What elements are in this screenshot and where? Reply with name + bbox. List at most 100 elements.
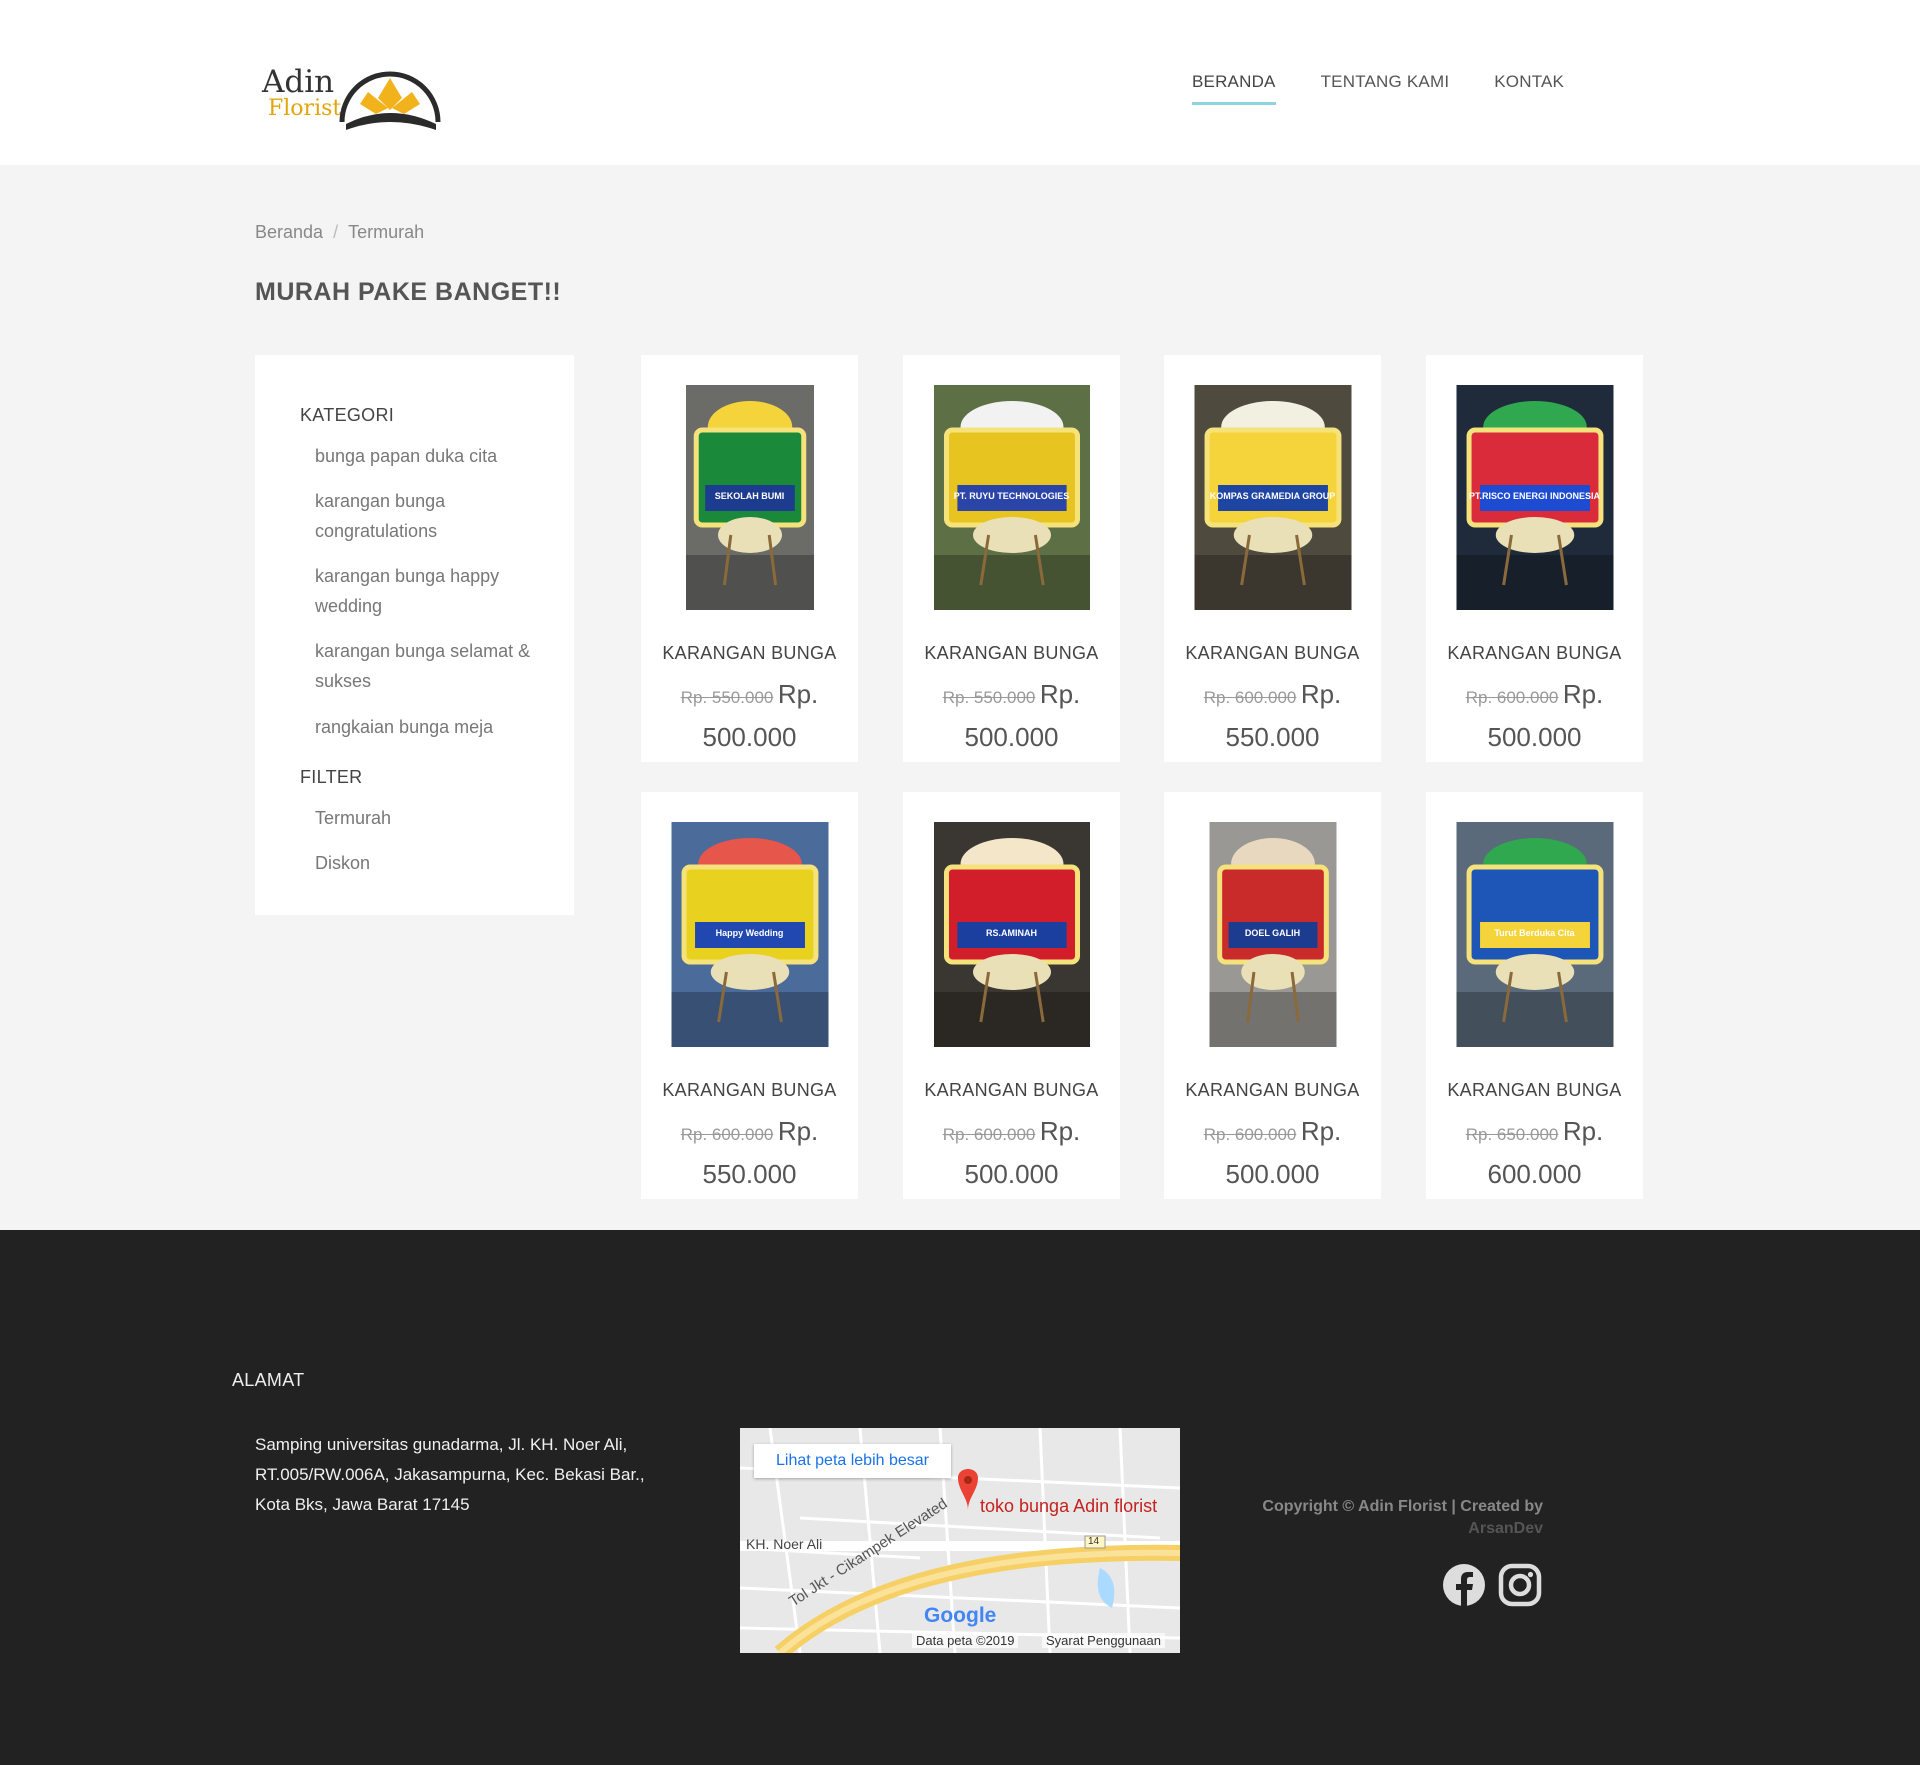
- category-link[interactable]: karangan bunga congratulations: [315, 486, 545, 546]
- price-currency: Rp.: [1039, 1116, 1081, 1146]
- footer-heading: ALAMAT: [232, 1370, 305, 1390]
- breadcrumb: Beranda / Termurah: [255, 222, 424, 243]
- product-name[interactable]: KARANGAN BUNGA: [1164, 643, 1381, 664]
- filter-link[interactable]: Termurah: [315, 803, 545, 833]
- original-price: Rp. 550.000: [942, 688, 1036, 707]
- footer-address: Samping universitas gunadarma, Jl. KH. N…: [255, 1435, 645, 1514]
- flower-logo-icon: [339, 71, 441, 130]
- category-link[interactable]: karangan bunga selamat & sukses: [315, 636, 545, 696]
- product-card[interactable]: PT.RISCO ENERGI INDONESIA KARANGAN BUNGA R…: [1426, 355, 1643, 762]
- product-image[interactable]: DOEL GALIH: [1209, 822, 1336, 1047]
- product-price: Rp. 550.000 Rp. 500.000: [651, 675, 848, 761]
- product-name[interactable]: KARANGAN BUNGA: [1426, 1080, 1643, 1101]
- breadcrumb-current: Termurah: [348, 222, 425, 242]
- copyright-line: Copyright © Adin Florist | Created by: [1262, 1498, 1543, 1515]
- product-price: Rp. 600.000 Rp. 550.000: [1174, 675, 1371, 761]
- logo-text-florist: Florist: [268, 96, 342, 121]
- category-link[interactable]: bunga papan duka cita: [315, 441, 545, 471]
- product-name[interactable]: KARANGAN BUNGA: [641, 1080, 858, 1101]
- kategori-heading: KATEGORI: [300, 405, 395, 425]
- price-currency: Rp.: [1300, 679, 1342, 709]
- product-card[interactable]: Happy Wedding KARANGAN BUNGA Rp. 600.000 R…: [641, 792, 858, 1199]
- nav-beranda[interactable]: BERANDA: [1192, 72, 1276, 105]
- filter-link[interactable]: Diskon: [315, 848, 545, 878]
- discount-price: 500.000: [702, 722, 797, 752]
- instagram-icon[interactable]: [1497, 1562, 1543, 1608]
- product-image[interactable]: PT. RUYU TECHNOLOGIES: [933, 385, 1090, 610]
- author-credit[interactable]: ArsanDev: [1230, 1518, 1543, 1540]
- product-price: Rp. 600.000 Rp. 500.000: [1174, 1112, 1371, 1198]
- product-card[interactable]: DOEL GALIH KARANGAN BUNGA Rp. 600.000 Rp. 5…: [1164, 792, 1381, 1199]
- google-logo: Google: [924, 1604, 997, 1627]
- board-banner-text: DOEL GALIH: [1244, 928, 1301, 938]
- map-terms-link[interactable]: Syarat Penggunaan: [1042, 1633, 1165, 1648]
- map-place-label[interactable]: toko bunga Adin florist: [980, 1496, 1157, 1517]
- product-name[interactable]: KARANGAN BUNGA: [1426, 643, 1643, 664]
- discount-price: 500.000: [1487, 722, 1582, 752]
- product-card[interactable]: Turut Berduka Cita KARANGAN BUNGA Rp. 650.…: [1426, 792, 1643, 1199]
- product-name[interactable]: KARANGAN BUNGA: [1164, 1080, 1381, 1101]
- location-map[interactable]: Lihat peta lebih besar toko bunga Adin f…: [740, 1428, 1180, 1653]
- product-image[interactable]: PT.RISCO ENERGI INDONESIA: [1456, 385, 1613, 610]
- product-price: Rp. 550.000 Rp. 500.000: [913, 675, 1110, 761]
- product-image[interactable]: Happy Wedding: [671, 822, 828, 1047]
- original-price: Rp. 600.000: [1465, 688, 1559, 707]
- original-price: Rp. 600.000: [680, 1125, 774, 1144]
- map-road-label: KH. Noer Ali: [746, 1536, 823, 1552]
- discount-price: 550.000: [702, 1159, 797, 1189]
- breadcrumb-home[interactable]: Beranda: [255, 222, 323, 242]
- discount-price: 500.000: [964, 722, 1059, 752]
- product-card[interactable]: KOMPAS GRAMEDIA GROUP KARANGAN BUNGA Rp. 6…: [1164, 355, 1381, 762]
- logo-text-adin: Adin: [262, 64, 335, 100]
- original-price: Rp. 600.000: [1203, 1125, 1297, 1144]
- board-banner-text: PT. RUYU TECHNOLOGIES: [953, 491, 1070, 501]
- category-link[interactable]: rangkaian bunga meja: [315, 712, 545, 742]
- breadcrumb-separator: /: [333, 222, 339, 242]
- original-price: Rp. 550.000: [680, 688, 774, 707]
- board-banner-text: RS.AMINAH: [986, 928, 1037, 938]
- product-image[interactable]: SEKOLAH BUMI: [685, 385, 814, 610]
- product-name[interactable]: KARANGAN BUNGA: [903, 1080, 1120, 1101]
- product-name[interactable]: KARANGAN BUNGA: [641, 643, 858, 664]
- product-card[interactable]: RS.AMINAH KARANGAN BUNGA Rp. 600.000 Rp. 50…: [903, 792, 1120, 1199]
- site-footer: ALAMAT Samping universitas gunadarma, Jl…: [0, 1230, 1920, 1765]
- discount-price: 500.000: [964, 1159, 1059, 1189]
- product-price: Rp. 650.000 Rp. 600.000: [1436, 1112, 1633, 1198]
- discount-price: 500.000: [1225, 1159, 1320, 1189]
- price-currency: Rp.: [1039, 679, 1081, 709]
- product-card[interactable]: SEKOLAH BUMI KARANGAN BUNGA Rp. 550.000 Rp…: [641, 355, 858, 762]
- board-banner-text: Happy Wedding: [715, 928, 784, 938]
- facebook-icon[interactable]: [1441, 1562, 1487, 1608]
- product-image[interactable]: KOMPAS GRAMEDIA GROUP: [1194, 385, 1351, 610]
- product-name[interactable]: KARANGAN BUNGA: [903, 643, 1120, 664]
- product-image[interactable]: RS.AMINAH: [933, 822, 1090, 1047]
- discount-price: 600.000: [1487, 1159, 1582, 1189]
- original-price: Rp. 650.000: [1465, 1125, 1559, 1144]
- board-banner-text: KOMPAS GRAMEDIA GROUP: [1209, 491, 1336, 501]
- view-larger-map-button[interactable]: Lihat peta lebih besar: [754, 1444, 951, 1478]
- original-price: Rp. 600.000: [942, 1125, 1036, 1144]
- product-price: Rp. 600.000 Rp. 550.000: [651, 1112, 848, 1198]
- nav-kontak[interactable]: KONTAK: [1494, 72, 1564, 105]
- page-title: MURAH PAKE BANGET!!: [255, 278, 562, 306]
- price-currency: Rp.: [1562, 1116, 1604, 1146]
- price-currency: Rp.: [777, 1116, 819, 1146]
- map-route-shield: 14: [1088, 1536, 1100, 1547]
- product-price: Rp. 600.000 Rp. 500.000: [913, 1112, 1110, 1198]
- product-image[interactable]: Turut Berduka Cita: [1456, 822, 1613, 1047]
- main-nav: BERANDA TENTANG KAMI KONTAK: [1192, 72, 1609, 105]
- board-banner-text: Turut Berduka Cita: [1494, 928, 1575, 938]
- map-data-credit: Data peta ©2019: [912, 1633, 1019, 1648]
- price-currency: Rp.: [1300, 1116, 1342, 1146]
- category-link[interactable]: karangan bunga happy wedding: [315, 561, 545, 621]
- nav-tentang-kami[interactable]: TENTANG KAMI: [1321, 72, 1450, 105]
- board-banner-text: PT.RISCO ENERGI INDONESIA: [1468, 491, 1601, 501]
- site-logo[interactable]: Adin Florist: [258, 58, 458, 133]
- filter-heading: FILTER: [300, 767, 363, 787]
- price-currency: Rp.: [777, 679, 819, 709]
- price-currency: Rp.: [1562, 679, 1604, 709]
- product-price: Rp. 600.000 Rp. 500.000: [1436, 675, 1633, 761]
- product-card[interactable]: PT. RUYU TECHNOLOGIES KARANGAN BUNGA Rp. 5…: [903, 355, 1120, 762]
- board-banner-text: SEKOLAH BUMI: [714, 491, 785, 501]
- copyright-text: Copyright © Adin Florist | Created by Ar…: [1230, 1496, 1543, 1540]
